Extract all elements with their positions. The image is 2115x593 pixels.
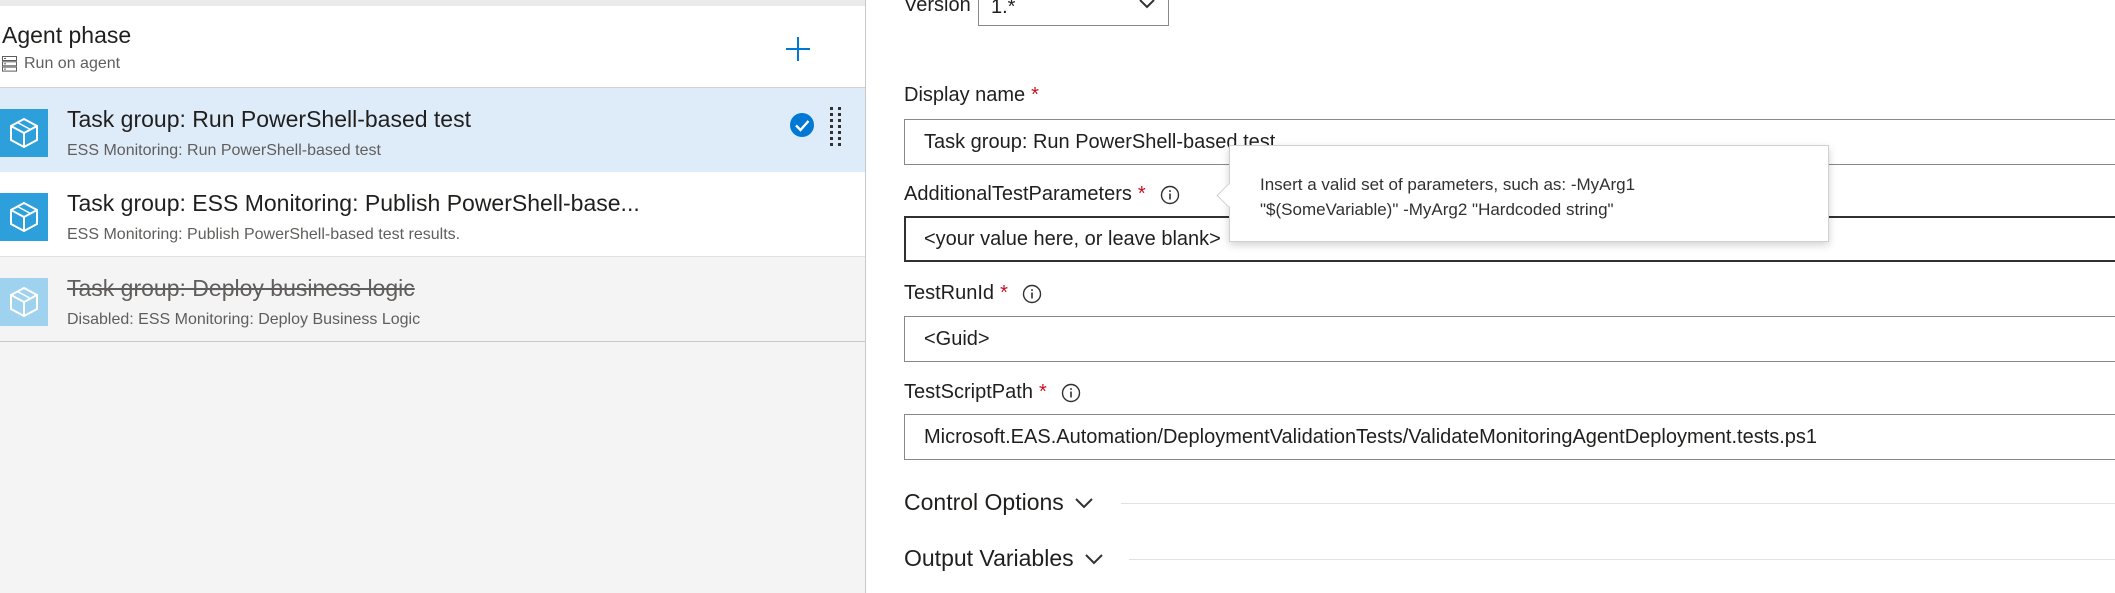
test-script-path-input[interactable]: Microsoft.EAS.Automation/DeploymentValid… [904,414,2115,460]
parameters-tooltip: Insert a valid set of parameters, such a… [1229,145,1829,242]
required-marker: * [1137,183,1146,205]
additional-test-parameters-label: AdditionalTestParameters * [904,183,1180,206]
plus-icon [786,37,810,61]
required-marker: * [1031,84,1039,106]
agent-phase-subtitle-text: Run on agent [24,55,121,72]
task-subtitle: ESS Monitoring: Publish PowerShell-based… [67,226,461,243]
tooltip-line-1: Insert a valid set of parameters, such a… [1260,175,1636,194]
task-group-icon [0,278,48,326]
agent-phase-subtitle: Run on agent [2,55,120,73]
info-icon[interactable] [1160,185,1180,205]
info-icon[interactable] [1061,383,1081,403]
task-title: Task group: Deploy business logic [67,275,415,301]
output-variables-section[interactable]: Output Variables [904,545,1104,572]
check-circle-icon [790,113,814,137]
task-title: Task group: ESS Monitoring: Publish Powe… [67,190,640,216]
version-dropdown[interactable]: 1.* [978,0,1169,26]
section-divider [1129,559,2115,560]
info-icon[interactable] [1022,284,1042,304]
version-value: 1.* [991,0,1016,18]
tooltip-line-2: "$(SomeVariable)" -MyArg2 "Hardcoded str… [1260,200,1614,219]
server-icon [2,56,17,72]
additional-test-parameters-label-text: AdditionalTestParameters [904,183,1132,205]
chevron-down-icon [1139,0,1155,9]
test-run-id-label: TestRunId * [904,282,1042,305]
chevron-down-icon [1084,553,1103,564]
control-options-section[interactable]: Control Options [904,489,1094,516]
task-item-run-powershell-test[interactable]: Task group: Run PowerShell-based test ES… [0,88,865,173]
task-group-icon [0,193,48,241]
test-run-id-label-text: TestRunId [904,282,995,304]
task-subtitle: Disabled: ESS Monitoring: Deploy Busines… [67,311,421,328]
output-variables-label: Output Variables [904,545,1074,571]
task-group-icon [0,109,48,157]
control-options-label: Control Options [904,489,1064,515]
section-divider [1121,503,2115,504]
required-marker: * [1038,381,1047,403]
agent-phase-header[interactable]: Agent phase Run on agent [0,6,865,88]
required-marker: * [1000,282,1008,304]
task-item-deploy-business-logic[interactable]: Task group: Deploy business logic Disabl… [0,257,865,342]
task-title: Task group: Run PowerShell-based test [67,106,471,132]
task-subtitle: ESS Monitoring: Run PowerShell-based tes… [67,142,381,159]
version-label: Version [904,0,971,16]
display-name-label-text: Display name [904,84,1026,106]
agent-phase-title: Agent phase [2,22,132,48]
test-script-path-label: TestScriptPath * [904,381,1081,404]
task-list-pane: Agent phase Run on agent Task group: Run… [0,0,866,593]
add-task-button[interactable] [780,31,816,67]
test-script-path-label-text: TestScriptPath [904,381,1033,403]
test-run-id-input[interactable]: <Guid> [904,316,2115,362]
display-name-label: Display name * [904,84,1039,107]
drag-handle-icon[interactable] [828,106,844,150]
task-item-publish-powershell-results[interactable]: Task group: ESS Monitoring: Publish Powe… [0,172,865,257]
chevron-down-icon [1075,497,1093,508]
